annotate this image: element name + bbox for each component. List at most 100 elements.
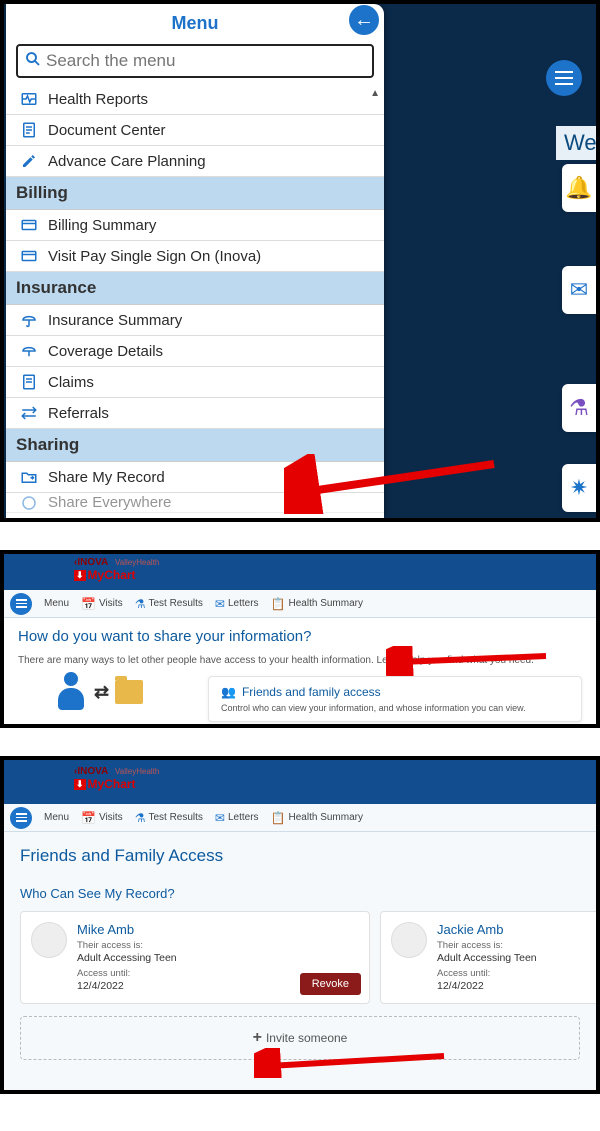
menu-item-visitpay[interactable]: Visit Pay Single Sign On (Inova) bbox=[6, 241, 384, 272]
nav-test-results[interactable]: ⚗Test Results bbox=[135, 597, 203, 611]
menu-button[interactable] bbox=[10, 593, 32, 615]
menu-item-coverage-details[interactable]: Coverage Details bbox=[6, 336, 384, 367]
revoke-button[interactable]: Revoke bbox=[300, 973, 361, 995]
section-insurance: Insurance bbox=[6, 272, 384, 305]
document-icon bbox=[18, 119, 40, 141]
globe-icon bbox=[18, 493, 40, 513]
nav-visits[interactable]: 📅Visits bbox=[81, 811, 123, 825]
menu-item-referrals[interactable]: Referrals bbox=[6, 398, 384, 429]
section-billing: Billing bbox=[6, 177, 384, 210]
nav-bar: Menu 📅Visits ⚗Test Results ✉Letters 📋Hea… bbox=[4, 590, 596, 618]
nav-menu-label[interactable]: Menu bbox=[44, 812, 69, 823]
menu-item-label: Visit Pay Single Sign On (Inova) bbox=[48, 248, 261, 265]
page-title: Friends and Family Access bbox=[20, 846, 580, 866]
menu-item-label: Advance Care Planning bbox=[48, 153, 206, 170]
nav-health-summary[interactable]: 📋Health Summary bbox=[271, 597, 363, 611]
flask-icon: ⚗ bbox=[135, 811, 146, 825]
welcome-text-partial: Wel bbox=[556, 126, 596, 160]
logo: ‹INOVA ValleyHealth ⬇MyChart bbox=[74, 766, 159, 791]
invite-someone-button[interactable]: + Invite someone bbox=[20, 1016, 580, 1060]
nav-letters[interactable]: ✉Letters bbox=[215, 597, 259, 611]
scroll-up-caret-icon[interactable]: ▲ bbox=[370, 88, 380, 99]
nav-visits[interactable]: 📅Visits bbox=[81, 597, 123, 611]
menu-item-claims[interactable]: Claims bbox=[6, 367, 384, 398]
menu-item-label: Share My Record bbox=[48, 469, 165, 486]
person-name: Mike Amb bbox=[77, 922, 177, 937]
menu-item-insurance-summary[interactable]: Insurance Summary bbox=[6, 305, 384, 336]
flask-icon: ⚗ bbox=[135, 597, 146, 611]
pencil-icon bbox=[18, 150, 40, 172]
mail-icon: ✉ bbox=[215, 597, 225, 611]
nav-test-results[interactable]: ⚗Test Results bbox=[135, 811, 203, 825]
mail-icon: ✉ bbox=[215, 811, 225, 825]
nav-health-summary[interactable]: 📋Health Summary bbox=[271, 811, 363, 825]
nav-menu-label[interactable]: Menu bbox=[44, 598, 69, 609]
menu-item-label: Document Center bbox=[48, 122, 166, 139]
menu-item-billing-summary[interactable]: Billing Summary bbox=[6, 210, 384, 241]
people-icon: 👥 bbox=[221, 685, 236, 699]
virus-tile[interactable]: ✷ bbox=[562, 464, 596, 512]
page-question: How do you want to share your informatio… bbox=[18, 628, 582, 645]
avatar-icon bbox=[31, 922, 67, 958]
heartbeat-icon bbox=[18, 88, 40, 110]
menu-item-label: Health Reports bbox=[48, 91, 148, 108]
search-input-wrap[interactable] bbox=[16, 44, 374, 78]
menu-list: Health Reports Document Center Advance C… bbox=[6, 84, 384, 513]
folder-icon bbox=[115, 680, 143, 704]
menu-item-share-my-record[interactable]: Share My Record bbox=[6, 462, 384, 493]
menu-item-label: Referrals bbox=[48, 405, 109, 422]
page-subtext: There are many ways to let other people … bbox=[18, 655, 582, 666]
lab-tile[interactable]: ⚗ bbox=[562, 384, 596, 432]
card-subtext: Control who can view your information, a… bbox=[221, 703, 569, 713]
nav-bar: Menu 📅Visits ⚗Test Results ✉Letters 📋Hea… bbox=[4, 804, 596, 832]
bell-icon: 🔔 bbox=[565, 175, 592, 201]
menu-item-document-center[interactable]: Document Center bbox=[6, 115, 384, 146]
menu-item-label: Billing Summary bbox=[48, 217, 156, 234]
menu-item-label: Share Everywhere bbox=[48, 494, 171, 511]
download-icon: ⬇ bbox=[74, 570, 86, 581]
notification-tile[interactable]: 🔔 bbox=[562, 164, 596, 212]
mail-icon: ✉ bbox=[570, 277, 588, 303]
screenshot-friends-family: ‹INOVA ValleyHealth ⬇MyChart Menu 📅Visit… bbox=[0, 756, 600, 1094]
share-folder-icon bbox=[18, 466, 40, 488]
menu-item-advance-care[interactable]: Advance Care Planning bbox=[6, 146, 384, 177]
menu-item-label: Claims bbox=[48, 374, 94, 391]
plus-icon: + bbox=[253, 1029, 262, 1047]
virus-icon: ✷ bbox=[570, 475, 588, 501]
flask-icon: ⚗ bbox=[569, 395, 589, 421]
avatar-icon bbox=[391, 922, 427, 958]
document-icon bbox=[18, 371, 40, 393]
hamburger-button[interactable] bbox=[546, 60, 582, 96]
menu-item-health-reports[interactable]: Health Reports bbox=[6, 84, 384, 115]
search-input[interactable] bbox=[46, 51, 366, 71]
menu-item-share-everywhere[interactable]: Share Everywhere bbox=[6, 493, 384, 513]
person-name: Jackie Amb bbox=[437, 922, 537, 937]
card-icon bbox=[18, 214, 40, 236]
share-graphic: ⇄ bbox=[54, 672, 143, 712]
menu-item-label: Coverage Details bbox=[48, 343, 163, 360]
screenshot-share-info: ‹INOVA ValleyHealth ⬇MyChart Menu 📅Visit… bbox=[0, 550, 600, 728]
screenshot-menu-panel: Menu ← ▲ Health Reports Document Center bbox=[0, 0, 600, 522]
card-icon bbox=[18, 245, 40, 267]
nav-letters[interactable]: ✉Letters bbox=[215, 811, 259, 825]
arrow-left-icon: ← bbox=[354, 9, 374, 32]
mail-tile[interactable]: ✉ bbox=[562, 266, 596, 314]
back-button[interactable]: ← bbox=[346, 2, 382, 38]
umbrella-icon bbox=[18, 340, 40, 362]
search-icon bbox=[24, 50, 42, 73]
friends-family-card[interactable]: 👥Friends and family access Control who c… bbox=[208, 676, 582, 722]
top-bar: ‹INOVA ValleyHealth ⬇MyChart bbox=[4, 760, 596, 804]
menu-button[interactable] bbox=[10, 807, 32, 829]
calendar-icon: 📅 bbox=[81, 811, 96, 825]
clipboard-icon: 📋 bbox=[271, 597, 286, 611]
umbrella-icon bbox=[18, 309, 40, 331]
menu-item-label: Insurance Summary bbox=[48, 312, 182, 329]
clipboard-icon: 📋 bbox=[271, 811, 286, 825]
person-icon bbox=[54, 672, 88, 712]
download-icon: ⬇ bbox=[74, 779, 86, 790]
calendar-icon: 📅 bbox=[81, 597, 96, 611]
arrows-icon bbox=[18, 402, 40, 424]
section-sharing: Sharing bbox=[6, 429, 384, 462]
logo: ‹INOVA ValleyHealth ⬇MyChart bbox=[74, 557, 159, 582]
exchange-icon: ⇄ bbox=[94, 682, 109, 703]
